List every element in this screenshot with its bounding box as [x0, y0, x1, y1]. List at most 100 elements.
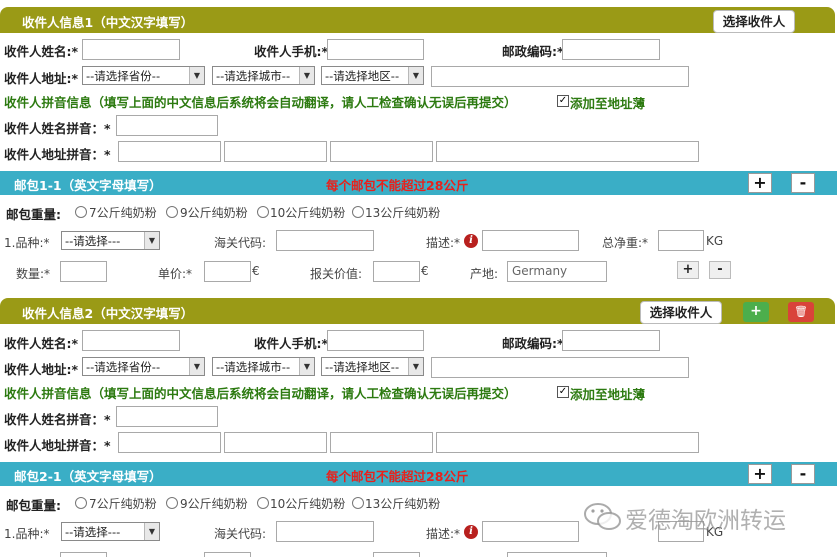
- recipient-1-addressbook-checkbox[interactable]: ✓: [557, 95, 569, 107]
- recipient-2-city-value: --请选择城市--: [216, 360, 291, 374]
- recipient-2-addressbook-checkbox[interactable]: ✓: [557, 386, 569, 398]
- package-1-unit-price-input[interactable]: [204, 261, 251, 282]
- package-1-weight-radio-7[interactable]: [75, 206, 87, 218]
- package-1-weight-option-7: 7公斤纯奶粉: [89, 206, 157, 220]
- recipient-2-address-pinyin-3[interactable]: [330, 432, 433, 453]
- package-1-origin-input[interactable]: Germany: [507, 261, 607, 282]
- package-2-warning: 每个邮包不能超过28公斤: [326, 469, 469, 484]
- recipient-2-name-pinyin-input[interactable]: [116, 406, 218, 427]
- package-1-declared-value-currency: €: [421, 264, 429, 278]
- recipient-1-address-pinyin-label: 收件人地址拼音：*: [4, 147, 111, 162]
- package-2-origin-input[interactable]: [507, 552, 607, 557]
- recipient-1-city-value: --请选择城市--: [216, 69, 291, 83]
- package-1-unit-price-label: 单价:*: [158, 267, 193, 281]
- package-1-weight-label: 邮包重量:: [6, 207, 61, 222]
- recipient-1-zip-label: 邮政编码:*: [502, 44, 564, 59]
- package-2-weight-option-10: 10公斤纯奶粉: [270, 497, 346, 511]
- package-2-title: 邮包2-1（英文字母填写）: [14, 469, 162, 484]
- package-1-weight-radio-10[interactable]: [257, 206, 269, 218]
- recipient-1-addressbook-label: 添加至地址薄: [570, 96, 646, 111]
- package-1-item-value: --请选择---: [65, 234, 121, 248]
- package-1-origin-label: 产地:: [470, 267, 499, 281]
- recipient-1-street-input[interactable]: [431, 66, 689, 87]
- recipient-2-phone-input[interactable]: [327, 330, 424, 351]
- package-2-item-label: 1.品种:*: [4, 527, 50, 541]
- chevron-down-icon: ▼: [299, 67, 314, 84]
- recipient-1-pinyin-notice: 收件人拼音信息（填写上面的中文信息后系统将会自动翻译，请人工检查确认无误后再提交…: [4, 95, 517, 110]
- recipient-1-address-pinyin-1[interactable]: [118, 141, 221, 162]
- recipient-2-address-pinyin-4[interactable]: [436, 432, 699, 453]
- recipient-1-phone-input[interactable]: [327, 39, 424, 60]
- add-recipient-button[interactable]: +: [743, 302, 769, 322]
- package-1-net-weight-input[interactable]: [658, 230, 704, 251]
- recipient-1-address-pinyin-3[interactable]: [330, 141, 433, 162]
- package-2-customs-code-input[interactable]: [276, 521, 374, 542]
- recipient-1-city-select[interactable]: --请选择城市-- ▼: [212, 66, 315, 85]
- package-1-declared-value-input[interactable]: [373, 261, 420, 282]
- package-2-unit-price-input[interactable]: [204, 552, 251, 557]
- recipient-1-district-value: --请选择地区--: [325, 69, 400, 83]
- add-package-1-button[interactable]: +: [748, 173, 772, 193]
- select-recipient-2-button[interactable]: 选择收件人: [640, 301, 722, 324]
- recipient-1-district-select[interactable]: --请选择地区-- ▼: [321, 66, 424, 85]
- package-1-item-label: 1.品种:*: [4, 236, 50, 250]
- recipient-1-header: 收件人信息1（中文汉字填写）: [0, 7, 835, 33]
- chevron-down-icon: ▼: [299, 358, 314, 375]
- chevron-down-icon: ▼: [144, 523, 159, 540]
- recipient-1-phone-label: 收件人手机:*: [254, 44, 329, 59]
- recipient-2-zip-input[interactable]: [562, 330, 660, 351]
- trash-icon[interactable]: 🗑: [788, 302, 814, 322]
- add-item-1-button[interactable]: +: [677, 261, 699, 279]
- package-2-quantity-input[interactable]: [60, 552, 107, 557]
- recipient-1-address-pinyin-4[interactable]: [436, 141, 699, 162]
- package-2-declared-value-input[interactable]: [373, 552, 420, 557]
- package-1-weight-option-13: 13公斤纯奶粉: [365, 206, 441, 220]
- package-1-declared-value-label: 报关价值:: [310, 267, 363, 281]
- package-2-item-value: --请选择---: [65, 525, 121, 539]
- package-2-weight-radio-9[interactable]: [166, 497, 178, 509]
- package-1-header: 邮包1-1（英文字母填写） 每个邮包不能超过28公斤: [0, 171, 837, 195]
- package-1-title: 邮包1-1（英文字母填写）: [14, 178, 162, 193]
- package-1-item-select[interactable]: --请选择--- ▼: [61, 231, 160, 250]
- package-2-weight-radio-10[interactable]: [257, 497, 269, 509]
- recipient-2-district-value: --请选择地区--: [325, 360, 400, 374]
- remove-item-1-button[interactable]: -: [709, 261, 731, 279]
- recipient-1-name-pinyin-input[interactable]: [116, 115, 218, 136]
- recipient-1-address-pinyin-2[interactable]: [224, 141, 327, 162]
- add-package-2-button[interactable]: +: [748, 464, 772, 484]
- package-1-description-input[interactable]: [482, 230, 579, 251]
- chevron-down-icon: ▼: [144, 232, 159, 249]
- package-2-weight-radio-13[interactable]: [352, 497, 364, 509]
- remove-package-1-button[interactable]: -: [791, 173, 815, 193]
- package-1-customs-code-input[interactable]: [276, 230, 374, 251]
- recipient-1-name-pinyin-label: 收件人姓名拼音：*: [4, 121, 111, 136]
- package-2-weight-radio-7[interactable]: [75, 497, 87, 509]
- package-1-quantity-input[interactable]: [60, 261, 107, 282]
- recipient-1-province-select[interactable]: --请选择省份-- ▼: [82, 66, 205, 85]
- chevron-down-icon: ▼: [189, 67, 204, 84]
- watermark-text: 爱德淘欧洲转运: [625, 508, 786, 534]
- info-icon[interactable]: i: [464, 525, 478, 539]
- recipient-1-zip-input[interactable]: [562, 39, 660, 60]
- recipient-2-address-pinyin-1[interactable]: [118, 432, 221, 453]
- package-2-description-input[interactable]: [482, 521, 579, 542]
- package-1-weight-option-9: 9公斤纯奶粉: [180, 206, 248, 220]
- recipient-2-district-select[interactable]: --请选择地区-- ▼: [321, 357, 424, 376]
- recipient-2-addressbook-label: 添加至地址薄: [570, 387, 646, 402]
- package-2-item-select[interactable]: --请选择--- ▼: [61, 522, 160, 541]
- recipient-2-address-pinyin-2[interactable]: [224, 432, 327, 453]
- info-icon[interactable]: i: [464, 234, 478, 248]
- package-1-weight-radio-9[interactable]: [166, 206, 178, 218]
- recipient-1-address-label: 收件人地址:*: [4, 71, 79, 86]
- recipient-2-province-select[interactable]: --请选择省份-- ▼: [82, 357, 205, 376]
- remove-package-2-button[interactable]: -: [791, 464, 815, 484]
- recipient-2-address-label: 收件人地址:*: [4, 362, 79, 377]
- recipient-2-phone-label: 收件人手机:*: [254, 336, 329, 351]
- package-1-weight-radio-13[interactable]: [352, 206, 364, 218]
- recipient-2-name-input[interactable]: [82, 330, 180, 351]
- recipient-2-name-label: 收件人姓名:*: [4, 336, 79, 351]
- recipient-1-name-input[interactable]: [82, 39, 180, 60]
- recipient-2-street-input[interactable]: [431, 357, 689, 378]
- recipient-2-city-select[interactable]: --请选择城市-- ▼: [212, 357, 315, 376]
- select-recipient-1-button[interactable]: 选择收件人: [713, 10, 795, 33]
